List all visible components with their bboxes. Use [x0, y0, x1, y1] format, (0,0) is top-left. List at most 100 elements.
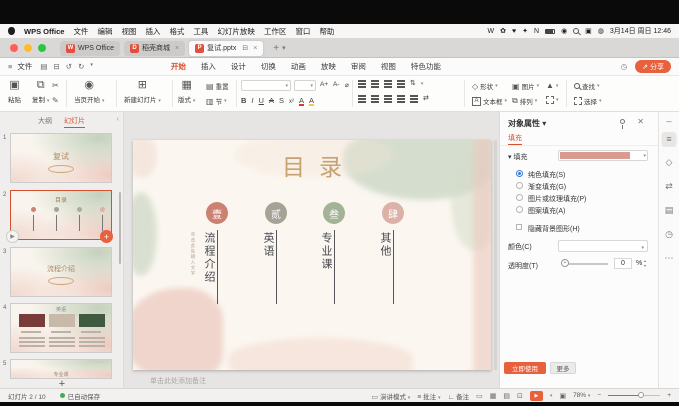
- search-icon[interactable]: [573, 28, 579, 34]
- slide-thumbnail-1[interactable]: 复试: [10, 133, 112, 183]
- panel-tab-fill[interactable]: 填充: [508, 133, 522, 145]
- shapes-button[interactable]: ◇形状▾: [472, 81, 498, 91]
- zoom-in-button[interactable]: +: [667, 392, 671, 399]
- close-tab-icon[interactable]: ×: [175, 45, 179, 52]
- reset-slide-button[interactable]: ▤重置: [206, 81, 229, 91]
- menu-file[interactable]: 文件: [73, 26, 88, 37]
- strip-scroll-icon[interactable]: –: [666, 117, 671, 126]
- menubar-clock[interactable]: 3月14日 周日 12:46: [610, 26, 671, 36]
- hide-background-checkbox[interactable]: [516, 224, 522, 230]
- item-circle-2[interactable]: 贰: [265, 202, 287, 224]
- find-button[interactable]: 查找▾: [574, 81, 600, 91]
- battery-icon[interactable]: [545, 29, 555, 34]
- ribbon-tab-view[interactable]: 视图: [381, 61, 396, 72]
- menu-format[interactable]: 格式: [169, 26, 184, 37]
- print-icon[interactable]: ⊟: [53, 62, 59, 71]
- zoom-out-button[interactable]: −: [597, 392, 601, 399]
- new-tab-button[interactable]: +: [273, 43, 279, 54]
- history-icon[interactable]: ◷: [621, 62, 628, 71]
- tools-icon[interactable]: ✦: [522, 28, 528, 35]
- menu-tools[interactable]: 工具: [193, 26, 208, 37]
- menu-edit[interactable]: 编辑: [97, 26, 112, 37]
- section-button[interactable]: ▥节▾: [206, 96, 227, 106]
- item-circle-1[interactable]: 壹: [206, 202, 228, 224]
- outline-mini-button[interactable]: ▾: [546, 96, 559, 104]
- bold-button[interactable]: B: [241, 96, 246, 105]
- item-label-2[interactable]: 英语: [260, 232, 276, 258]
- menu-help[interactable]: 帮助: [319, 26, 334, 37]
- item-label-3[interactable]: 专业课: [318, 232, 334, 271]
- toggle-icon[interactable]: ▣: [585, 28, 592, 35]
- palette-icon[interactable]: ✿: [500, 28, 506, 35]
- transparency-spinner[interactable]: ▴▾: [644, 258, 646, 268]
- paste-button[interactable]: ▣粘贴: [8, 79, 21, 104]
- radio-label[interactable]: 渐变填充(G): [528, 182, 566, 192]
- hamburger-menu-icon[interactable]: ≡: [8, 62, 12, 71]
- menu-workspace[interactable]: 工作区: [264, 26, 287, 37]
- transparency-slider-track[interactable]: [564, 263, 608, 265]
- decrease-font-button[interactable]: A-: [333, 81, 340, 88]
- layout-button[interactable]: ▦版式 ▾: [178, 79, 195, 104]
- radio-label[interactable]: 图案填充(A): [528, 206, 565, 216]
- reading-view-icon[interactable]: ▤: [503, 392, 510, 400]
- select-button[interactable]: 选择▾: [574, 96, 602, 106]
- zoom-slider-thumb[interactable]: [638, 392, 644, 398]
- zoom-window-button[interactable]: [38, 44, 46, 52]
- undo-icon[interactable]: ↺: [66, 62, 72, 71]
- apply-now-button[interactable]: 立即使用: [504, 362, 546, 374]
- checkbox-label[interactable]: 隐藏背景图形(H): [528, 224, 580, 234]
- tab-outline[interactable]: 大纲: [38, 116, 52, 128]
- tab-wps-home[interactable]: W WPS Office: [60, 41, 120, 56]
- slide-thumbnail-2[interactable]: 目录: [10, 190, 112, 240]
- history-pane-icon[interactable]: ◷: [665, 230, 673, 239]
- canvas-scrollbar[interactable]: [494, 140, 497, 370]
- textbox-button[interactable]: A文本框▾: [472, 96, 507, 106]
- apple-menu-icon[interactable]: [8, 27, 15, 35]
- ribbon-tab-insert[interactable]: 插入: [201, 61, 216, 72]
- slide-thumbnail-3[interactable]: 流程介绍: [10, 247, 112, 297]
- ribbon-tab-transition[interactable]: 切换: [261, 61, 276, 72]
- notes-icon[interactable]: N: [534, 28, 539, 35]
- highlight-color-button[interactable]: A: [309, 96, 314, 105]
- distribute-icon[interactable]: [410, 95, 418, 97]
- menu-app[interactable]: WPS Office: [24, 27, 64, 36]
- picture-button[interactable]: ▣图片▾: [512, 81, 539, 91]
- radio-label[interactable]: 纯色填充(S): [528, 170, 565, 180]
- item-circle-3[interactable]: 叁: [323, 202, 345, 224]
- minimize-window-button[interactable]: [24, 44, 32, 52]
- save-icon[interactable]: ▤: [40, 62, 47, 71]
- align-left-icon[interactable]: [358, 95, 366, 97]
- fill-section-header[interactable]: ▾ 填充: [508, 152, 527, 162]
- tab-slides[interactable]: 幻灯片: [64, 116, 85, 128]
- play-options-dropdown-icon[interactable]: ▾: [550, 393, 553, 399]
- close-tab-icon[interactable]: ×: [253, 45, 257, 52]
- radio-picture-fill[interactable]: [516, 194, 523, 201]
- menu-window[interactable]: 窗口: [295, 26, 310, 37]
- increase-font-button[interactable]: A+: [320, 81, 328, 88]
- zoom-level[interactable]: 78% ▾: [573, 392, 590, 399]
- align-center-icon[interactable]: [371, 95, 379, 97]
- radio-pattern-fill[interactable]: [516, 206, 523, 213]
- tab-document[interactable]: P 复试.pptx ⊟ ×: [189, 41, 263, 56]
- pin-icon[interactable]: [620, 119, 625, 124]
- font-family-select[interactable]: ▾: [241, 80, 291, 91]
- close-window-button[interactable]: [10, 44, 18, 52]
- notes-button[interactable]: ∟ 备注: [448, 391, 470, 401]
- decrease-indent-icon[interactable]: [384, 80, 392, 82]
- ribbon-tab-special[interactable]: 特色功能: [411, 61, 441, 72]
- share-button[interactable]: ⇗分享: [635, 60, 671, 73]
- shadow-button[interactable]: S: [279, 96, 284, 105]
- redo-icon[interactable]: ↻: [78, 62, 84, 71]
- tab-list-dropdown-icon[interactable]: ▾: [282, 44, 286, 52]
- animation-pane-icon[interactable]: ⇄: [665, 182, 673, 191]
- align-right-icon[interactable]: [384, 95, 392, 97]
- fill-color-mini-button[interactable]: ▲▾: [546, 81, 558, 90]
- file-menu-button[interactable]: 文件: [17, 61, 32, 72]
- radio-solid-fill[interactable]: [516, 170, 523, 177]
- copy-button[interactable]: ⧉复制 ▾: [32, 79, 49, 104]
- menu-view[interactable]: 视图: [121, 26, 136, 37]
- panel-title[interactable]: 对象属性 ▾: [508, 118, 546, 129]
- ribbon-tab-slideshow[interactable]: 放映: [321, 61, 336, 72]
- menu-slideshow[interactable]: 幻灯片放映: [217, 26, 255, 37]
- numbered-list-icon[interactable]: [371, 80, 379, 82]
